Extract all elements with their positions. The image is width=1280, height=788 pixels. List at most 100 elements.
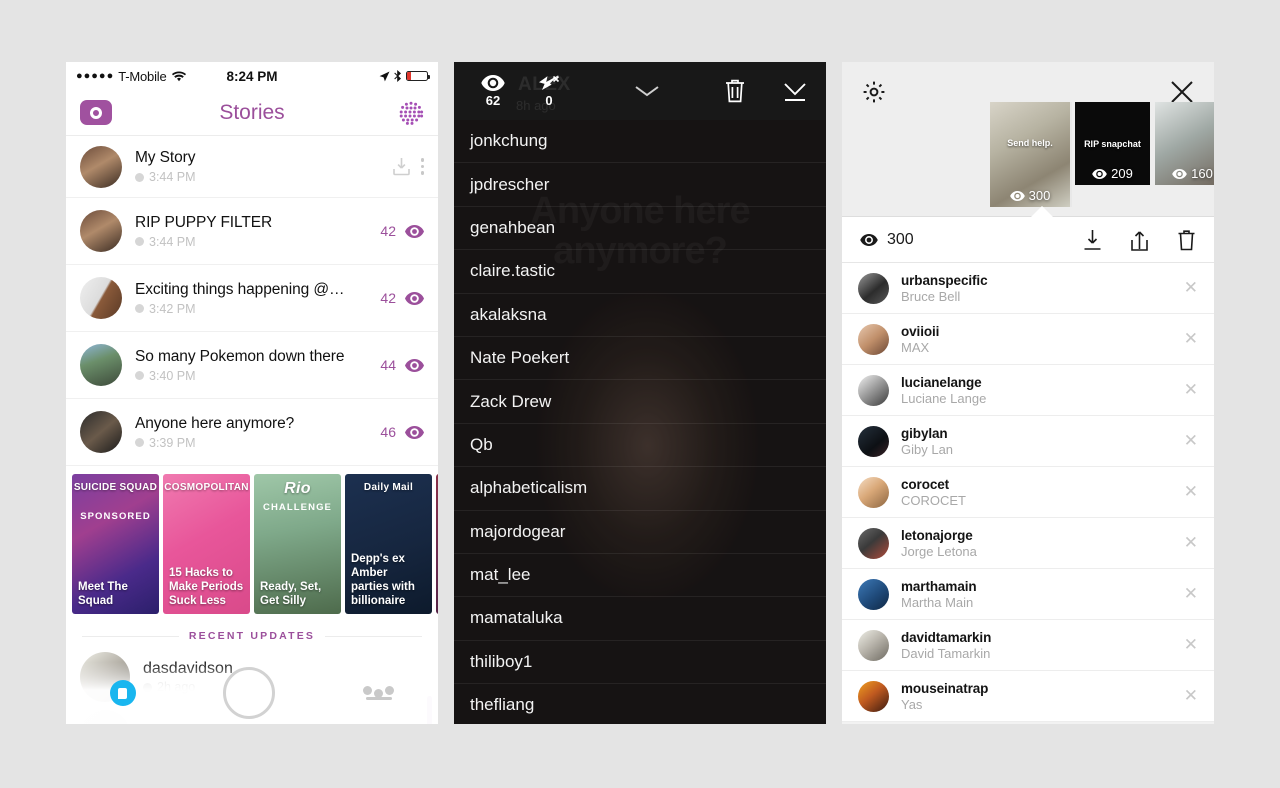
- viewer-row[interactable]: mamataluka: [454, 597, 826, 641]
- story-viewers-overlay: Anyone here anymore? ALEX 8h ago 62 0 jo…: [454, 62, 826, 724]
- more-options-icon[interactable]: [420, 158, 424, 175]
- chat-bubble-icon[interactable]: [109, 680, 136, 706]
- recent-updates-header: RECENT UPDATES: [66, 622, 438, 648]
- viewer-display-name: Martha Main: [901, 594, 974, 610]
- discover-tile[interactable]: COSMOPOLITAN 15 Hacks to Make Periods Su…: [163, 474, 250, 614]
- remove-viewer-icon[interactable]: ✕: [1184, 380, 1198, 400]
- remove-viewer-icon[interactable]: ✕: [1184, 482, 1198, 502]
- views-count: 62: [485, 92, 501, 108]
- download-icon[interactable]: [391, 156, 412, 177]
- discover-tiles[interactable]: SUICIDE SQUAD SPONSORED Meet The Squad C…: [66, 466, 438, 622]
- views-stat[interactable]: 62: [472, 74, 514, 108]
- chevron-down-icon[interactable]: [633, 84, 661, 98]
- story-row[interactable]: So many Pokemon down there 3:40 PM 44: [66, 332, 438, 399]
- trash-icon[interactable]: [1177, 229, 1196, 251]
- signal-dots: ●●●●●: [76, 70, 115, 82]
- story-thumbnail[interactable]: RIP snapchat 209: [1075, 102, 1150, 185]
- trash-icon[interactable]: [724, 78, 746, 104]
- viewer-row[interactable]: thiliboy1: [454, 640, 826, 685]
- story-title: So many Pokemon down there: [135, 347, 345, 365]
- remove-viewer-icon[interactable]: ✕: [1184, 431, 1198, 451]
- story-meta: Anyone here anymore? 3:39 PM: [135, 415, 380, 450]
- discover-tile[interactable]: Daily Mail Depp's ex Amber parties with …: [345, 474, 432, 614]
- viewer-row[interactable]: genahbean: [454, 206, 826, 251]
- remove-viewer-icon[interactable]: ✕: [1184, 278, 1198, 298]
- viewer-username: davidtamarkin: [901, 629, 992, 645]
- remove-viewer-icon[interactable]: ✕: [1184, 584, 1198, 604]
- eye-icon: [860, 233, 878, 246]
- viewer-row[interactable]: alphabeticalism: [454, 467, 826, 511]
- viewer-row[interactable]: Zack Drew: [454, 380, 826, 424]
- close-icon[interactable]: [1170, 80, 1194, 104]
- share-icon[interactable]: [1130, 229, 1149, 251]
- eye-icon: [405, 224, 424, 238]
- viewer-row[interactable]: marthamain Martha Main ✕: [842, 569, 1214, 620]
- viewer-display-name: COROCET: [901, 492, 966, 508]
- viewer-row[interactable]: Qb: [454, 423, 826, 468]
- story-row[interactable]: Exciting things happening @… 3:42 PM 42: [66, 265, 438, 332]
- viewer-row[interactable]: letonajorge Jorge Letona ✕: [842, 518, 1214, 569]
- remove-viewer-icon[interactable]: ✕: [1184, 686, 1198, 706]
- viewer-row[interactable]: davidtamarkin David Tamarkin ✕: [842, 620, 1214, 671]
- thumbnail-view-count: 160: [1191, 166, 1213, 181]
- snap-views: 300: [860, 231, 914, 249]
- moon-icon: [135, 438, 144, 447]
- friends-icon[interactable]: [363, 686, 395, 700]
- discover-tile[interactable]: Rio CHALLENGE Ready, Set, Get Silly: [254, 474, 341, 614]
- moon-icon: [135, 304, 144, 313]
- thumbnail-views: 300: [990, 188, 1070, 203]
- story-views: 42: [380, 223, 424, 239]
- story-time-wrap: 3:42 PM: [135, 302, 380, 316]
- viewer-row[interactable]: jonkchung: [454, 120, 826, 164]
- viewer-row[interactable]: mat_lee: [454, 553, 826, 598]
- discover-tile[interactable]: SUICIDE SQUAD SPONSORED Meet The Squad: [72, 474, 159, 614]
- story-thumbnail[interactable]: Send help. 300: [990, 102, 1072, 207]
- viewer-row[interactable]: lucianelange Luciane Lange ✕: [842, 365, 1214, 416]
- story-title: Anyone here anymore?: [135, 414, 295, 432]
- viewer-row[interactable]: Nate Poekert: [454, 336, 826, 381]
- analytics-header: Send help. 300 RIP snapchat 209 160: [842, 62, 1214, 217]
- avatar: [80, 411, 122, 453]
- viewer-meta: mouseinatrap Yas: [901, 681, 1184, 712]
- collapse-area[interactable]: [570, 84, 724, 98]
- avatar: [858, 680, 889, 712]
- viewer-row[interactable]: thefliang: [454, 684, 826, 724]
- selected-thumbnail-caret: [1031, 206, 1053, 217]
- story-row[interactable]: Anyone here anymore? 3:39 PM 46: [66, 399, 438, 466]
- story-row[interactable]: RIP PUPPY FILTER 3:44 PM 42: [66, 198, 438, 265]
- camera-button[interactable]: [80, 100, 112, 125]
- my-story-title: My Story: [135, 149, 196, 166]
- viewer-display-name: Yas: [901, 696, 923, 712]
- save-down-icon[interactable]: [782, 78, 808, 104]
- discover-grid-icon[interactable]: [398, 100, 424, 126]
- viewer-row[interactable]: majordogear: [454, 510, 826, 554]
- viewer-row[interactable]: akalaksna: [454, 293, 826, 337]
- viewer-row[interactable]: corocet COROCET ✕: [842, 467, 1214, 518]
- remove-viewer-icon[interactable]: ✕: [1184, 635, 1198, 655]
- viewer-row[interactable]: oviioii MAX ✕: [842, 314, 1214, 365]
- viewer-display-name: David Tamarkin: [901, 645, 991, 661]
- avatar: [858, 323, 889, 355]
- viewer-row[interactable]: mouseinatrap Yas ✕: [842, 671, 1214, 722]
- tile-caption: Depp's ex Amber parties with billionaire: [351, 552, 415, 607]
- my-story-row[interactable]: My Story 3:44 PM: [66, 136, 438, 198]
- download-icon[interactable]: [1083, 229, 1102, 251]
- viewer-username: letonajorge: [901, 527, 973, 543]
- remove-viewer-icon[interactable]: ✕: [1184, 329, 1198, 349]
- viewer-row[interactable]: jpdrescher: [454, 163, 826, 207]
- viewer-row[interactable]: gibylan Giby Lan ✕: [842, 416, 1214, 467]
- viewer-row[interactable]: urbanspecific Bruce Bell ✕: [842, 263, 1214, 314]
- discover-tile[interactable]: KI Th 'I' Sa S*: [436, 474, 438, 614]
- eye-icon: [405, 291, 424, 305]
- tile-brand: Daily Mail: [363, 482, 414, 493]
- remove-viewer-icon[interactable]: ✕: [1184, 533, 1198, 553]
- viewer-row[interactable]: claire.tastic: [454, 250, 826, 294]
- tile-brand: SUICIDE SQUAD: [73, 482, 158, 493]
- story-views: 42: [380, 290, 424, 306]
- story-thumbnail-strip[interactable]: Send help. 300 RIP snapchat 209 160: [990, 102, 1214, 207]
- story-thumbnail[interactable]: 160: [1155, 102, 1214, 185]
- viewer-username: gibylan: [901, 425, 948, 441]
- thumbnail-label: RIP snapchat: [1084, 138, 1141, 149]
- gear-icon[interactable]: [862, 80, 886, 104]
- camera-shutter-button[interactable]: [223, 667, 276, 719]
